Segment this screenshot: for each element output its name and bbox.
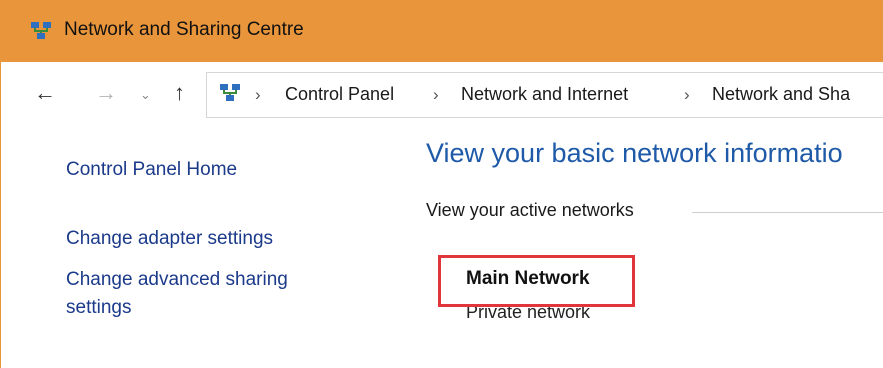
title-bar: Network and Sharing Centre <box>0 0 883 62</box>
page-title: View your basic network informatio <box>426 138 843 168</box>
network-icon <box>31 22 51 39</box>
section-divider <box>692 212 883 213</box>
address-field[interactable]: › Control Panel › Network and Internet ›… <box>206 72 883 118</box>
breadcrumb-separator-icon[interactable]: › <box>684 85 690 105</box>
network-icon <box>220 84 240 101</box>
breadcrumb-network-and-sharing[interactable]: Network and Sha <box>712 84 850 105</box>
sidebar-item-change-advanced-sharing-line2[interactable]: settings <box>66 297 131 319</box>
network-name: Main Network <box>466 268 590 289</box>
breadcrumb-separator-icon: › <box>255 85 261 104</box>
window-title: Network and Sharing Centre <box>64 19 304 40</box>
breadcrumb-separator-icon[interactable]: › <box>433 85 439 105</box>
active-networks-heading: View your active networks <box>426 200 634 220</box>
recent-locations-chevron-icon[interactable]: ⌄ <box>140 84 151 106</box>
up-arrow-icon[interactable]: ↑ <box>174 82 185 104</box>
sidebar-item-change-adapter-settings[interactable]: Change adapter settings <box>66 228 273 250</box>
breadcrumb-network-and-internet[interactable]: Network and Internet <box>461 84 628 105</box>
address-bar: ← → ⌄ ↑ › Control Panel › Network and In… <box>0 62 883 128</box>
back-arrow-icon[interactable]: ← <box>34 82 56 104</box>
breadcrumb-control-panel[interactable]: Control Panel <box>285 84 394 105</box>
sidebar-item-control-panel-home[interactable]: Control Panel Home <box>66 159 237 181</box>
sidebar-item-change-advanced-sharing[interactable]: Change advanced sharing <box>66 269 288 291</box>
forward-arrow-icon[interactable]: → <box>95 82 117 104</box>
